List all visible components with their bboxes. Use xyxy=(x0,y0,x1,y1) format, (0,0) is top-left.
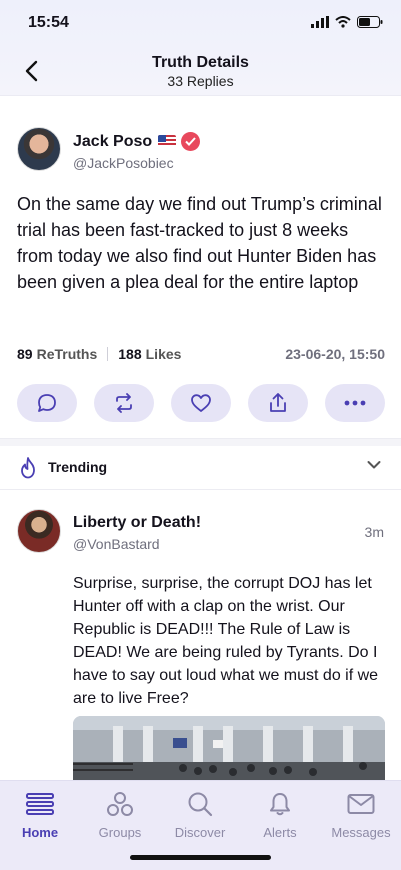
groups-icon xyxy=(107,792,133,816)
verified-icon xyxy=(181,132,200,151)
tab-discover[interactable]: Discover xyxy=(160,789,240,840)
chevron-down-icon[interactable] xyxy=(367,460,381,470)
tab-home[interactable]: Home xyxy=(0,789,80,840)
section-divider xyxy=(0,438,401,446)
tab-messages[interactable]: Messages xyxy=(321,789,401,840)
retruths-label[interactable]: ReTruths xyxy=(37,346,98,362)
retruth-icon xyxy=(116,393,132,413)
post-actions xyxy=(17,384,385,422)
page-title: Truth Details xyxy=(152,54,249,71)
share-button[interactable] xyxy=(248,384,308,422)
signal-icon xyxy=(311,16,329,28)
author-handle[interactable]: @VonBastard xyxy=(73,536,160,552)
flame-icon xyxy=(21,457,35,479)
home-icon xyxy=(26,793,54,815)
likes-count[interactable]: 188 xyxy=(118,346,141,362)
reply-text: Surprise, surprise, the corrupt DOJ has … xyxy=(73,575,379,707)
tab-groups[interactable]: Groups xyxy=(80,789,160,840)
capitol-scene-image xyxy=(73,716,385,786)
tab-discover-label: Discover xyxy=(174,825,226,840)
tab-alerts-label: Alerts xyxy=(263,825,297,840)
status-time: 15:54 xyxy=(28,14,69,31)
author-name[interactable]: Jack Poso xyxy=(73,133,152,151)
trending-header[interactable]: Trending xyxy=(0,446,401,490)
tab-home-label: Home xyxy=(21,825,59,840)
tab-groups-label: Groups xyxy=(98,825,142,840)
reply-time: 3m xyxy=(364,524,384,540)
likes-label[interactable]: Likes xyxy=(146,346,182,362)
more-icon xyxy=(344,400,366,406)
like-button[interactable] xyxy=(171,384,231,422)
trending-label: Trending xyxy=(48,459,108,475)
avatar[interactable] xyxy=(17,127,61,171)
reply-image[interactable] xyxy=(73,716,385,786)
tab-alerts[interactable]: Alerts xyxy=(240,789,320,840)
retruths-count[interactable]: 89 xyxy=(17,346,33,362)
search-icon xyxy=(188,792,213,817)
reply-icon xyxy=(38,394,56,412)
post-date: 23-06-20, 15:50 xyxy=(285,346,385,362)
status-icons xyxy=(311,16,383,28)
post-stats: 89 ReTruths 188 Likes 23-06-20, 15:50 xyxy=(17,346,385,362)
avatar[interactable] xyxy=(17,509,61,553)
author-handle[interactable]: @JackPosobiec xyxy=(73,155,174,171)
status-bar: 15:54 xyxy=(0,0,401,46)
heart-icon xyxy=(191,394,211,412)
tab-messages-label: Messages xyxy=(331,825,391,840)
bell-icon xyxy=(270,793,290,816)
battery-icon xyxy=(357,16,383,28)
stat-divider xyxy=(107,347,109,361)
reply-button[interactable] xyxy=(17,384,77,422)
wifi-icon xyxy=(335,16,351,28)
home-indicator xyxy=(130,855,271,860)
retruth-button[interactable] xyxy=(94,384,154,422)
post-text: On the same day we find out Trump’s crim… xyxy=(17,194,382,292)
author-name[interactable]: Liberty or Death! xyxy=(73,514,201,532)
more-button[interactable] xyxy=(325,384,385,422)
mail-icon xyxy=(347,794,375,814)
replies-count: 33 Replies xyxy=(167,73,234,89)
flag-icon xyxy=(158,135,176,147)
share-icon xyxy=(270,393,286,412)
